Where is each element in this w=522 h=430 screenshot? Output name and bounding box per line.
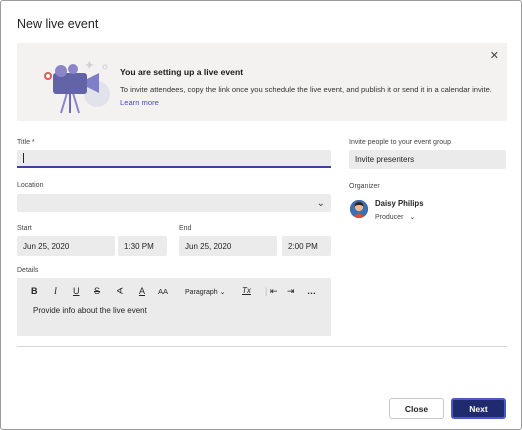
chevron-down-icon: ⌄	[219, 289, 226, 296]
underline-button[interactable]: U	[73, 286, 80, 296]
start-date-picker[interactable]: Jun 25, 2020	[17, 236, 115, 256]
end-label: End	[179, 225, 192, 232]
font-size-button[interactable]: AA	[158, 287, 168, 296]
footer-divider	[17, 346, 507, 347]
indent-icon[interactable]: ⇥	[287, 286, 295, 297]
dialog: New live event ✕ You are setting up a li…	[0, 0, 522, 430]
bold-button[interactable]: B	[31, 286, 38, 296]
strikethrough-button[interactable]: S	[94, 286, 100, 296]
start-label: Start	[17, 225, 32, 232]
clear-format-button[interactable]: Tx	[242, 286, 251, 295]
close-button[interactable]: Close	[389, 398, 444, 419]
end-time: 2:00 PM	[288, 241, 318, 251]
start-time: 1:30 PM	[124, 241, 154, 251]
details-editor[interactable]: B I U S ∢ A AA Paragraph ⌄ Tx | ⇤ ⇥ … Pr…	[17, 278, 331, 336]
title-input[interactable]	[17, 150, 331, 168]
title-label: Title *	[17, 139, 35, 146]
info-banner: ✕ You are setting up a live event To inv…	[17, 43, 507, 121]
start-time-picker[interactable]: 1:30 PM	[118, 236, 167, 256]
chevron-down-icon: ⌄	[409, 214, 416, 221]
organizer-role-dropdown[interactable]: Producer ⌄	[375, 213, 415, 221]
banner-text: To invite attendees, copy the link once …	[120, 83, 492, 109]
banner-body: To invite attendees, copy the link once …	[120, 85, 492, 94]
learn-more-link[interactable]: Learn more	[120, 98, 159, 107]
camera-illustration	[44, 61, 110, 114]
paragraph-dropdown[interactable]: Paragraph ⌄	[185, 288, 226, 296]
start-date: Jun 25, 2020	[23, 241, 70, 251]
location-dropdown[interactable]: ⌄	[17, 194, 331, 212]
banner-heading: You are setting up a live event	[120, 67, 244, 77]
invite-presenters-value: Invite presenters	[355, 155, 415, 164]
invite-label: Invite people to your event group	[349, 139, 451, 146]
invite-presenters-input[interactable]: Invite presenters	[349, 150, 506, 169]
next-button[interactable]: Next	[451, 398, 506, 419]
end-time-picker[interactable]: 2:00 PM	[282, 236, 331, 256]
end-date: Jun 25, 2020	[185, 241, 232, 251]
dialog-title: New live event	[17, 17, 99, 31]
details-placeholder: Provide info about the live event	[33, 306, 147, 315]
outdent-icon[interactable]: ⇤	[270, 286, 278, 297]
italic-button[interactable]: I	[54, 286, 57, 296]
close-icon[interactable]: ✕	[490, 49, 499, 62]
font-color-button[interactable]: A	[139, 286, 145, 296]
chevron-down-icon: ⌄	[316, 198, 325, 209]
paragraph-label: Paragraph	[185, 289, 218, 296]
details-label: Details	[17, 267, 39, 274]
location-label: Location	[17, 182, 44, 189]
highlight-icon[interactable]: ∢	[116, 286, 124, 297]
more-options-icon[interactable]: …	[307, 286, 316, 296]
avatar	[350, 200, 368, 218]
organizer-label: Organizer	[349, 183, 380, 190]
text-caret	[23, 153, 24, 163]
organizer-role: Producer	[375, 214, 404, 221]
toolbar-divider: |	[265, 286, 268, 296]
end-date-picker[interactable]: Jun 25, 2020	[179, 236, 277, 256]
organizer-name: Daisy Philips	[375, 199, 424, 208]
